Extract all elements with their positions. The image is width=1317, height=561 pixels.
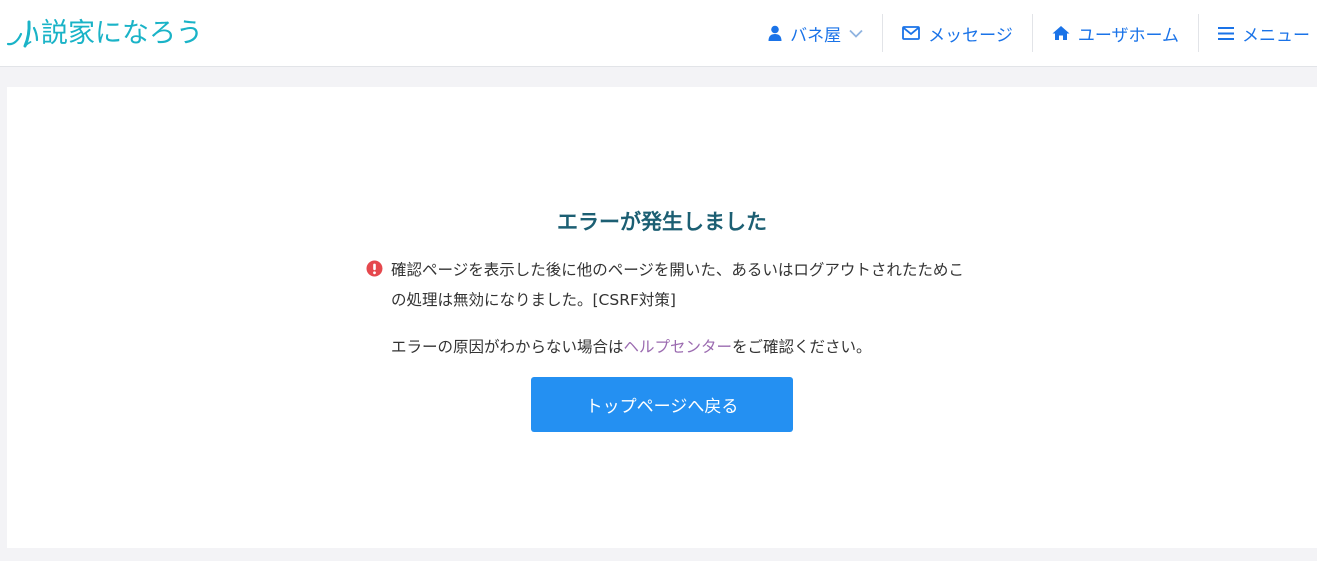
help-center-link[interactable]: ヘルプセンター: [624, 338, 733, 356]
help-suffix: をご確認ください。: [732, 338, 872, 356]
user-home-label: ユーザホーム: [1077, 25, 1179, 46]
menu-label: メニュー: [1242, 25, 1310, 46]
chevron-down-icon: [849, 29, 863, 38]
back-to-top-page-button[interactable]: トップページへ戻る: [531, 377, 793, 432]
home-icon: [1052, 25, 1070, 41]
help-prefix: エラーの原因がわからない場合は: [391, 338, 624, 356]
messages-label: メッセージ: [928, 25, 1013, 46]
menu-button[interactable]: メニュー: [1198, 14, 1317, 52]
error-message: 確認ページを表示した後に他のページを開いた、あるいはログアウトされたためこの処理…: [391, 261, 964, 309]
exclamation-circle-icon: [366, 260, 383, 277]
envelope-icon: [902, 26, 921, 40]
header-nav: バネ屋 メッセージ ユーザホーム メニュー: [749, 0, 1317, 66]
user-icon: [768, 25, 782, 41]
error-panel: エラーが発生しました 確認ページを表示した後に他のページを開いた、あるいはログア…: [7, 87, 1317, 548]
site-logo[interactable]: 説家になろう: [6, 14, 203, 54]
user-menu[interactable]: バネ屋: [749, 14, 882, 52]
user-home-link[interactable]: ユーザホーム: [1031, 14, 1198, 52]
logo-text: 説家になろう: [41, 18, 203, 49]
user-name: バネ屋: [790, 25, 842, 46]
messages-link[interactable]: メッセージ: [882, 14, 1032, 52]
error-title: エラーが発生しました: [557, 210, 767, 234]
hamburger-icon: [1218, 26, 1234, 41]
help-text: エラーの原因がわからない場合はヘルプセンターをご確認ください。: [391, 332, 991, 362]
site-header: 説家になろう バネ屋 メッセージ ユーザホーム メニュー: [0, 0, 1317, 67]
logo-mark-icon: [6, 20, 39, 48]
